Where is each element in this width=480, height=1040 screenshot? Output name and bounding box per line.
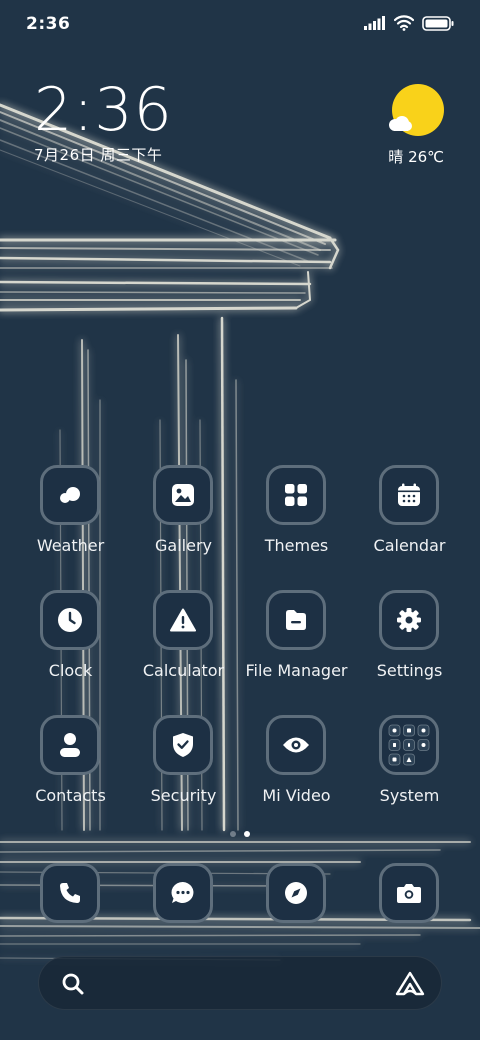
weather-widget[interactable]: 晴 26℃: [374, 82, 444, 166]
app-file-manager[interactable]: File Manager: [240, 590, 353, 700]
app-label: Calculator: [142, 661, 225, 680]
app-security[interactable]: Security: [127, 715, 240, 825]
app-mi-video[interactable]: Mi Video: [240, 715, 353, 825]
eye-icon: [266, 715, 326, 775]
home-screen: 2:36 2:36 7月26日 周三下午 晴 26℃ Weather Galle…: [0, 0, 480, 1040]
dock-messages[interactable]: [153, 863, 213, 923]
app-calculator[interactable]: Calculator: [127, 590, 240, 700]
app-label: Security: [150, 786, 217, 805]
app-label: Mi Video: [262, 786, 331, 805]
status-bar: 2:36: [0, 0, 480, 50]
app-clock[interactable]: Clock: [14, 590, 127, 700]
signal-icon: [364, 16, 385, 30]
chat-icon: [171, 881, 194, 903]
folder-icon: [266, 590, 326, 650]
assistant-icon[interactable]: [395, 971, 425, 997]
app-folder-system[interactable]: System: [353, 715, 466, 825]
calculator-icon: [153, 590, 213, 650]
app-label: Themes: [264, 536, 329, 555]
phone-icon: [60, 883, 80, 903]
camera-icon: [397, 884, 421, 903]
calendar-icon: [379, 465, 439, 525]
page-dot-1[interactable]: [230, 831, 236, 837]
app-gallery[interactable]: Gallery: [127, 465, 240, 575]
wifi-icon: [394, 15, 414, 31]
status-icons: [364, 15, 454, 31]
app-label: File Manager: [245, 661, 348, 680]
status-time: 2:36: [26, 14, 71, 34]
app-label: Gallery: [155, 536, 212, 555]
app-label: Contacts: [35, 786, 106, 805]
weather-temperature: 晴 26℃: [388, 148, 444, 166]
shield-icon: [153, 715, 213, 775]
app-label: Settings: [376, 661, 443, 680]
app-settings[interactable]: Settings: [353, 590, 466, 700]
app-label: System: [379, 786, 440, 805]
app-label: Clock: [48, 661, 93, 680]
page-indicator[interactable]: [0, 831, 480, 837]
cloud-icon: [389, 116, 412, 131]
page-dot-2[interactable]: [244, 831, 250, 837]
clock-time: 2:36: [34, 75, 173, 145]
clock-date: 7月26日 周三下午: [34, 146, 163, 164]
app-contacts[interactable]: Contacts: [14, 715, 127, 825]
app-weather[interactable]: Weather: [14, 465, 127, 575]
themes-icon: [266, 465, 326, 525]
dock-camera[interactable]: [379, 863, 439, 923]
dock-phone[interactable]: [40, 863, 100, 923]
clock-widget[interactable]: 2:36 7月26日 周三下午: [34, 78, 234, 168]
dock-browser[interactable]: [266, 863, 326, 923]
app-themes[interactable]: Themes: [240, 465, 353, 575]
search-icon[interactable]: [61, 972, 85, 996]
battery-icon: [422, 15, 454, 31]
gear-icon: [379, 590, 439, 650]
app-label: Calendar: [373, 536, 446, 555]
folder-grid-icon: [379, 715, 439, 775]
compass-icon: [285, 882, 307, 904]
person-icon: [40, 715, 100, 775]
clock-icon: [40, 590, 100, 650]
gallery-icon: [153, 465, 213, 525]
weather-icon: [40, 465, 100, 525]
search-bar[interactable]: [38, 956, 442, 1010]
app-label: Weather: [36, 536, 105, 555]
app-calendar[interactable]: Calendar: [353, 465, 466, 575]
